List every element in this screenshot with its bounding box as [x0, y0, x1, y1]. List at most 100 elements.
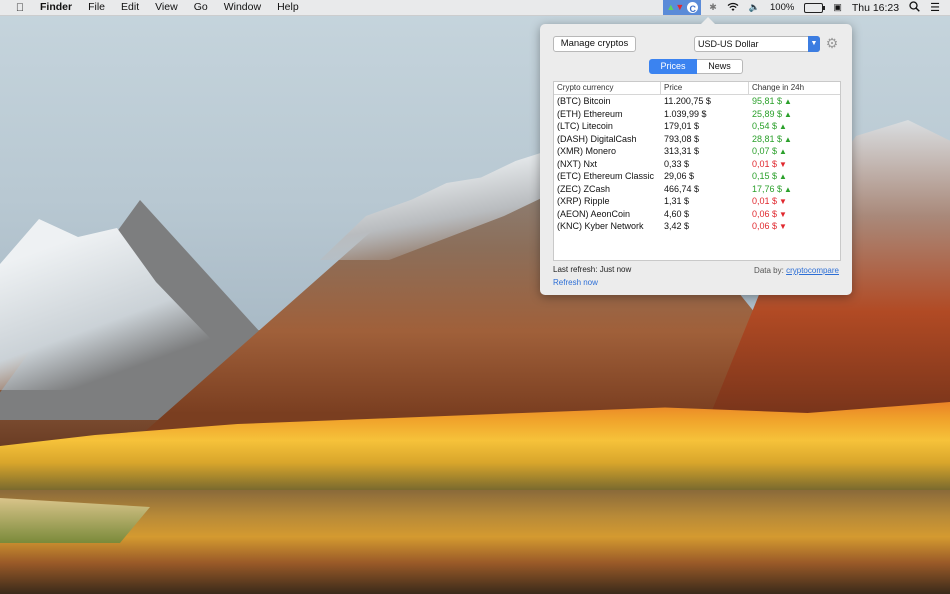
- crypto-change-value: 0,01 $: [752, 158, 778, 169]
- arrow-down-icon: ▼: [779, 197, 787, 206]
- arrow-down-icon: ▼: [779, 222, 787, 231]
- arrow-up-icon: ▲: [784, 97, 792, 106]
- crypto-change-value: 28,81 $: [752, 133, 783, 144]
- crypto-price: 1.039,99 $: [664, 108, 707, 119]
- crypto-change-value: 25,89 $: [752, 108, 783, 119]
- search-icon[interactable]: [909, 1, 920, 14]
- menu-help[interactable]: Help: [269, 0, 307, 15]
- header-crypto-currency[interactable]: Crypto currency: [554, 82, 661, 94]
- table-row[interactable]: (AEON) AeonCoin 4,60 $ 0,06 $ ▼: [554, 208, 840, 221]
- crypto-name: (ETC) Ethereum Classic: [557, 171, 655, 181]
- crypto-name: (LTC) Litecoin: [557, 121, 613, 131]
- tab-prices[interactable]: Prices: [649, 59, 697, 74]
- crypto-change: 25,89 $ ▲: [749, 108, 840, 121]
- crypto-change: 17,76 $ ▲: [749, 183, 840, 196]
- menu-bar:  Finder File Edit View Go Window Help ▲…: [0, 0, 950, 16]
- header-price[interactable]: Price: [661, 82, 749, 94]
- manage-cryptos-button[interactable]: Manage cryptos: [553, 36, 636, 52]
- table-row[interactable]: (XMR) Monero 313,31 $ 0,07 $ ▲: [554, 145, 840, 158]
- refresh-now-link[interactable]: Refresh now: [553, 278, 598, 287]
- crypto-name: (BTC) Bitcoin: [557, 96, 611, 106]
- battery-icon[interactable]: [804, 2, 826, 13]
- crypto-price: 29,06 $: [664, 171, 695, 181]
- clock[interactable]: Thu 16:23: [852, 2, 899, 14]
- table-row[interactable]: (BTC) Bitcoin 11.200,75 $ 95,81 $ ▲: [554, 95, 840, 108]
- crypto-popover: Manage cryptos USD-US Dollar ▼ ⚙ Prices …: [540, 17, 852, 295]
- data-source-label: Data by: cryptocompare: [754, 266, 839, 275]
- tab-news[interactable]: News: [697, 59, 743, 74]
- crypto-price: 4,60 $: [664, 208, 690, 219]
- arrow-up-icon: ▲: [779, 122, 787, 131]
- crypto-change: 0,01 $ ▼: [749, 158, 840, 171]
- menu-file[interactable]: File: [80, 0, 113, 15]
- crypto-change-value: 0,15 $: [752, 171, 778, 181]
- prices-table: Crypto currency Price Change in 24h (BTC…: [553, 81, 841, 261]
- crypto-name: (XRP) Ripple: [557, 196, 610, 206]
- crypto-change-value: 0,06 $: [752, 208, 778, 219]
- crypto-change-value: 95,81 $: [752, 96, 783, 106]
- table-row[interactable]: (XRP) Ripple 1,31 $ 0,01 $ ▼: [554, 195, 840, 208]
- crypto-change-value: 0,54 $: [752, 121, 778, 131]
- currency-select[interactable]: USD-US Dollar ▼: [694, 36, 820, 52]
- gear-icon[interactable]: ⚙: [824, 35, 840, 51]
- bluetooth-icon[interactable]: ✱: [709, 2, 717, 13]
- menu-window[interactable]: Window: [216, 0, 269, 15]
- crypto-price: 0,33 $: [664, 158, 690, 169]
- table-row[interactable]: (KNC) Kyber Network 3,42 $ 0,06 $ ▼: [554, 220, 840, 233]
- crypto-price: 313,31 $: [664, 146, 700, 156]
- crypto-change: 0,06 $ ▼: [749, 208, 840, 221]
- table-row[interactable]: (LTC) Litecoin 179,01 $ 0,54 $ ▲: [554, 120, 840, 133]
- crypto-price: 1,31 $: [664, 196, 690, 206]
- menu-edit[interactable]: Edit: [113, 0, 147, 15]
- crypto-price: 466,74 $: [664, 183, 700, 194]
- arrow-up-icon: ▲: [784, 134, 792, 144]
- crypto-change: 0,01 $ ▼: [749, 195, 840, 208]
- table-row[interactable]: (NXT) Nxt 0,33 $ 0,01 $ ▼: [554, 158, 840, 171]
- list-icon[interactable]: ☰: [930, 1, 940, 14]
- volume-icon[interactable]: 🔈: [749, 2, 760, 13]
- crypto-change-value: 17,76 $: [752, 183, 783, 194]
- currency-select-value: USD-US Dollar: [698, 39, 759, 49]
- menu-go[interactable]: Go: [186, 0, 216, 15]
- table-row[interactable]: (ETC) Ethereum Classic 29,06 $ 0,15 $ ▲: [554, 170, 840, 183]
- arrow-down-icon: ▼: [779, 159, 787, 169]
- battery-percent: 100%: [770, 2, 795, 13]
- crypto-price: 11.200,75 $: [664, 96, 711, 106]
- crypto-change-value: 0,07 $: [752, 146, 778, 156]
- menu-finder[interactable]: Finder: [32, 0, 80, 15]
- table-header: Crypto currency Price Change in 24h: [554, 82, 840, 95]
- arrow-up-icon: ▲: [779, 172, 787, 181]
- crypto-change: 0,06 $ ▼: [749, 220, 840, 233]
- arrow-up-icon: ▲: [784, 184, 792, 194]
- crypto-change-value: 0,01 $: [752, 196, 778, 206]
- table-row[interactable]: (ZEC) ZCash 466,74 $ 17,76 $ ▲: [554, 183, 840, 196]
- crypto-change: 0,15 $ ▲: [749, 170, 840, 183]
- menu-view[interactable]: View: [147, 0, 186, 15]
- cryptocompare-link[interactable]: cryptocompare: [786, 266, 839, 275]
- table-row[interactable]: (ETH) Ethereum 1.039,99 $ 25,89 $ ▲: [554, 108, 840, 121]
- crypto-change: 0,54 $ ▲: [749, 120, 840, 133]
- header-change[interactable]: Change in 24h: [749, 82, 840, 94]
- menu-bar-status-area: ▲ ▼ C ✱ 🔈 100% ▣ Thu 16:23 ☰: [663, 0, 950, 15]
- crypto-menubar-icon[interactable]: ▲ ▼ C: [663, 0, 702, 15]
- crypto-change: 95,81 $ ▲: [749, 95, 840, 108]
- crypto-change: 0,07 $ ▲: [749, 145, 840, 158]
- crypto-change: 28,81 $ ▲: [749, 133, 840, 146]
- crypto-change-value: 0,06 $: [752, 221, 778, 231]
- crypto-name: (KNC) Kyber Network: [557, 221, 644, 231]
- table-body: (BTC) Bitcoin 11.200,75 $95,81 $ ▲ (ETH) Et…: [554, 95, 840, 233]
- dropdown-arrow-icon[interactable]: ▼: [808, 36, 820, 52]
- apple-icon[interactable]: : [12, 2, 28, 14]
- wifi-icon[interactable]: [727, 2, 739, 14]
- crypto-name: (AEON) AeonCoin: [557, 208, 631, 219]
- crypto-price: 793,08 $: [664, 133, 700, 144]
- display-icon[interactable]: ▣: [833, 2, 842, 13]
- crypto-name: (ETH) Ethereum: [557, 108, 623, 119]
- crypto-price: 179,01 $: [664, 121, 700, 131]
- crypto-name: (NXT) Nxt: [557, 158, 597, 169]
- arrow-down-icon: ▼: [779, 209, 787, 219]
- crypto-name: (XMR) Monero: [557, 146, 617, 156]
- data-by-label: Data by:: [754, 266, 784, 275]
- tab-bar: Prices News: [649, 59, 743, 74]
- table-row[interactable]: (DASH) DigitalCash 793,08 $ 28,81 $ ▲: [554, 133, 840, 146]
